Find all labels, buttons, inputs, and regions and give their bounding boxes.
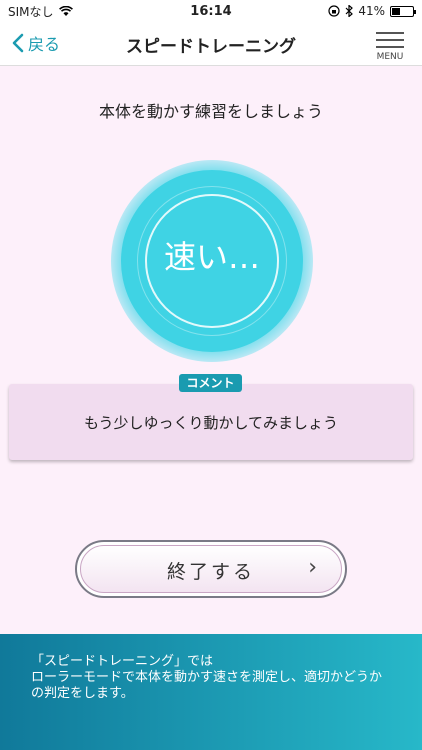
speed-text: 速い… (163, 238, 260, 276)
comment-badge: コメント (179, 374, 242, 392)
instruction-text: 本体を動かす練習をしましょう (98, 102, 323, 121)
footer-line-2: ローラーモードで本体を動かす速さを測定し、適切かどうか (31, 670, 383, 685)
status-bar: SIMなし 16:14 41% (0, 0, 422, 22)
status-time: 16:14 (190, 4, 232, 19)
finish-button[interactable]: 終了する › (75, 540, 347, 598)
nav-bar: 戻る スピードトレーニング MENU (0, 22, 422, 66)
menu-button[interactable]: MENU (372, 27, 408, 62)
speed-indicator: 速い… (111, 160, 313, 362)
footer-line-3: の判定をします。 (31, 686, 134, 701)
comment-box: もう少しゆっくり動かしてみましょう (9, 384, 413, 460)
finish-label: 終了する (166, 561, 255, 583)
page-title: スピードトレーニング (126, 37, 296, 57)
footer-line-1: 「スピードトレーニング」では (31, 654, 214, 669)
battery-icon (390, 5, 416, 17)
footer-info: 「スピードトレーニング」では ローラーモードで本体を動かす速さを測定し、適切かど… (0, 634, 422, 750)
hamburger-icon (372, 32, 408, 48)
comment-text: もう少しゆっくり動かしてみましょう (83, 414, 339, 432)
chevron-right-icon: › (308, 555, 317, 580)
menu-label: MENU (376, 52, 404, 62)
